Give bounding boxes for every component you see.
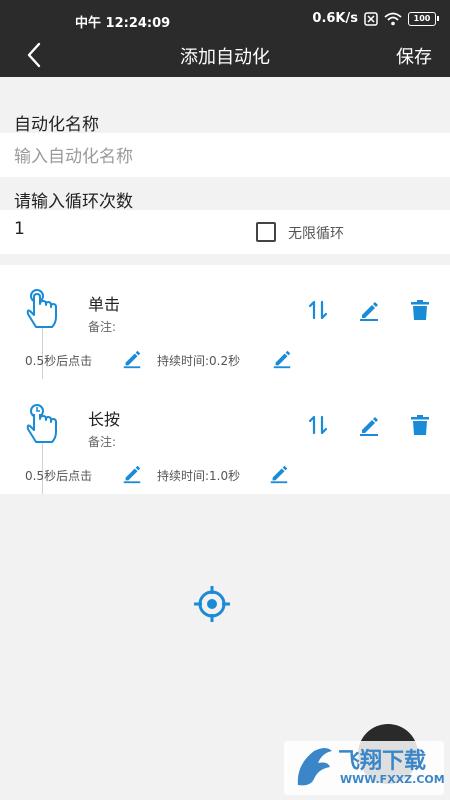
step-connector-line <box>42 323 43 379</box>
name-label: 自动化名称 <box>14 115 99 135</box>
reorder-icon[interactable] <box>306 298 330 322</box>
step-delay: 0.5秒后点击 <box>25 469 93 483</box>
tap-hand-icon <box>26 289 57 328</box>
edit-icon[interactable] <box>357 413 381 437</box>
save-button[interactable]: 保存 <box>396 43 432 69</box>
app-header: 中午 12:24:09 0.6K/s 100 添加自动化 保存 <box>0 0 450 77</box>
status-time: 中午 12:24:09 <box>75 16 171 31</box>
loop-count-input[interactable]: 1 <box>14 219 25 239</box>
nav-bar: 添加自动化 保存 <box>0 38 450 77</box>
status-bar: 中午 12:24:09 0.6K/s 100 <box>0 0 450 38</box>
delete-icon[interactable] <box>408 298 432 322</box>
edit-delay-icon[interactable] <box>121 348 143 370</box>
step-note: 备注: <box>88 320 117 334</box>
reorder-icon[interactable] <box>306 413 330 437</box>
step-duration: 持续时间:1.0秒 <box>157 469 241 483</box>
network-speed: 0.6K/s <box>312 11 358 26</box>
watermark-text: 飞翔下载 <box>338 749 427 774</box>
infinite-loop-checkbox[interactable] <box>256 222 276 242</box>
long-press-hand-icon <box>26 404 57 443</box>
step-item-tap: 单击 备注: 0.5秒后点击 持续时间:0.2秒 <box>0 265 450 379</box>
edit-duration-icon[interactable] <box>268 463 290 485</box>
battery-icon: 100 <box>408 11 439 26</box>
step-note: 备注: <box>88 435 117 449</box>
name-input[interactable]: 输入自动化名称 <box>14 142 133 167</box>
delete-icon[interactable] <box>408 413 432 437</box>
watermark-url: WWW.FXXZ.COM <box>340 773 445 786</box>
watermark: 飞翔下载 WWW.FXXZ.COM <box>284 741 445 795</box>
step-duration: 持续时间:0.2秒 <box>157 354 241 368</box>
step-connector-line <box>42 438 43 494</box>
step-name: 长按 <box>88 410 121 429</box>
loop-field: 1 无限循环 <box>0 210 450 254</box>
step-delay: 0.5秒后点击 <box>25 354 93 368</box>
step-item-long-press: 长按 备注: 0.5秒后点击 持续时间:1.0秒 <box>0 380 450 494</box>
edit-duration-icon[interactable] <box>271 348 293 370</box>
status-right: 0.6K/s 100 <box>312 11 439 26</box>
step-list: 单击 备注: 0.5秒后点击 持续时间:0.2秒 长按 备注: 0.5秒后点击 … <box>0 265 450 494</box>
edit-icon[interactable] <box>357 298 381 322</box>
infinite-loop-label[interactable]: 无限循环 <box>288 223 344 243</box>
wifi-icon <box>384 12 402 25</box>
page-title: 添加自动化 <box>180 47 270 68</box>
loop-label: 请输入循环次数 <box>14 192 133 212</box>
name-field[interactable]: 输入自动化名称 <box>0 133 450 177</box>
edit-delay-icon[interactable] <box>121 463 143 485</box>
sim-icon <box>364 11 378 26</box>
crosshair-icon[interactable] <box>192 584 232 624</box>
watermark-logo-icon <box>297 748 332 786</box>
step-name: 单击 <box>88 295 121 314</box>
